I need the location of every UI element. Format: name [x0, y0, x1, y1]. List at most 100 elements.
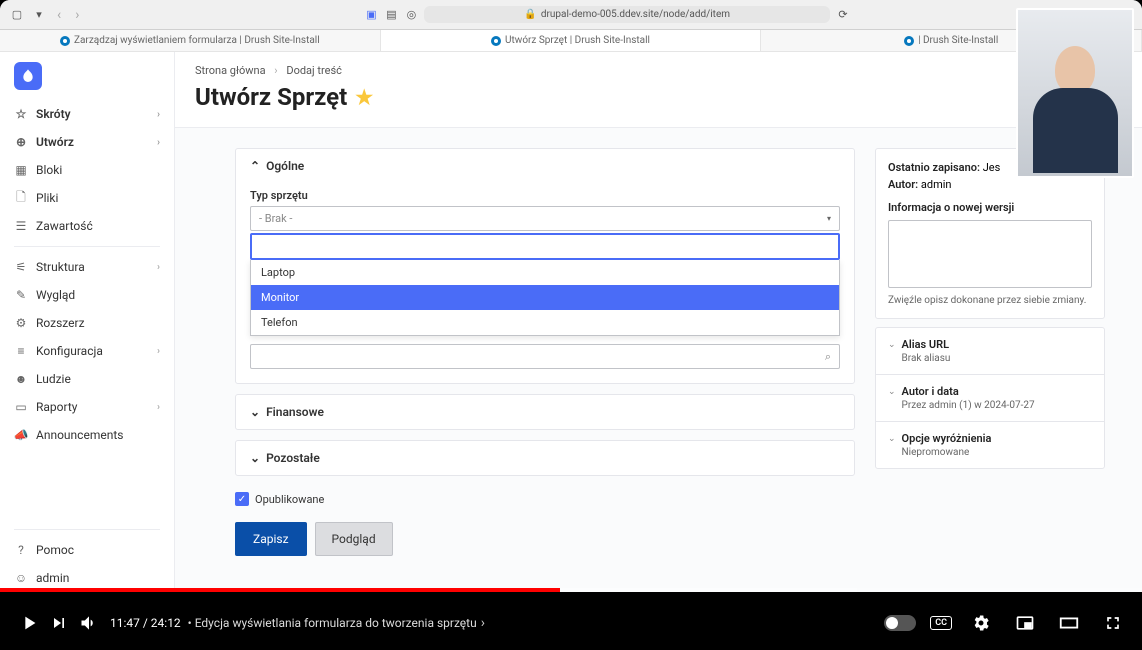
tree-icon: ⚟	[14, 260, 28, 274]
sidebar-item-structure[interactable]: ⚟Struktura›	[0, 253, 174, 281]
chart-icon: ▭	[14, 400, 28, 414]
sidebar-item-label: admin	[36, 571, 69, 585]
accordion-title: Autor i data	[902, 385, 1035, 398]
time-total: 24:12	[151, 616, 181, 630]
translate-icon[interactable]: ◎	[404, 8, 418, 22]
drupal-logo[interactable]	[14, 62, 42, 90]
chevron-down-icon: ⌄	[888, 340, 896, 350]
sidebar-item-label: Wygląd	[36, 288, 75, 302]
sidebar-item-reports[interactable]: ▭Raporty›	[0, 393, 174, 421]
accordion-sub: Brak aliasu	[902, 353, 951, 364]
entity-meta-panel: Ostatnio zapisano: Jes Autor: admin Info…	[875, 148, 1105, 556]
chevron-down-icon: ⌄	[250, 405, 260, 419]
sidebar-item-create[interactable]: ⊕Utwórz›	[0, 128, 174, 156]
sidebar-item-config[interactable]: ≡Konfiguracja›	[0, 337, 174, 365]
sidebar-item-label: Zawartość	[36, 219, 93, 233]
sliders-icon: ≡	[14, 344, 28, 358]
sidebar-item-label: Bloki	[36, 163, 62, 177]
select-option-monitor[interactable]: Monitor	[251, 285, 839, 310]
main-content: Strona główna › Dodaj treść Utwórz Sprzę…	[175, 52, 1142, 592]
back-icon[interactable]: ‹	[57, 7, 61, 23]
file-icon: 🗋	[14, 191, 28, 205]
fieldset-toggle[interactable]: ⌄ Finansowe	[236, 395, 854, 429]
video-progress-track[interactable]	[0, 588, 1142, 592]
settings-button[interactable]	[966, 608, 996, 638]
accordion-author-date[interactable]: ⌄Autor i dataPrzez admin (1) w 2024-07-2…	[876, 375, 1104, 422]
browser-tab[interactable]: Zarządzaj wyświetlaniem formularza | Dru…	[0, 30, 381, 51]
plug-icon: ⚙	[14, 316, 28, 330]
user-icon: ☺	[14, 571, 28, 585]
chevron-right-icon: ›	[157, 262, 160, 273]
brush-icon: ✎	[14, 288, 28, 302]
select-option-telefon[interactable]: Telefon	[251, 310, 839, 335]
admin-sidebar: ☆Skróty› ⊕Utwórz› ▦ Bloki 🗋 Pliki ☰ Zawarto…	[0, 52, 175, 592]
sidebar-item-appearance[interactable]: ✎ Wygląd	[0, 281, 174, 309]
next-button[interactable]	[44, 608, 74, 638]
sidebar-item-shortcuts[interactable]: ☆Skróty›	[0, 100, 174, 128]
tab-label: Utwórz Sprzęt | Drush Site-Install	[505, 35, 650, 46]
sidebar-item-label: Konfiguracja	[36, 344, 103, 358]
captions-button[interactable]: CC	[930, 616, 952, 630]
url-text: drupal-demo-005.ddev.site/node/add/item	[541, 9, 730, 20]
reload-icon[interactable]: ⟳	[836, 8, 850, 22]
blocks-icon: ▦	[14, 163, 28, 177]
breadcrumb-home[interactable]: Strona główna	[195, 64, 266, 77]
sidebar-item-blocks[interactable]: ▦ Bloki	[0, 156, 174, 184]
forward-icon[interactable]: ›	[75, 7, 79, 23]
miniplayer-button[interactable]	[1010, 608, 1040, 638]
sidebar-item-label: Pomoc	[36, 543, 74, 557]
list-icon: ☰	[14, 219, 28, 233]
select-equipment-type[interactable]: - Brak - ▾	[250, 206, 840, 231]
fullscreen-button[interactable]	[1098, 608, 1128, 638]
chevron-right-icon[interactable]: ›	[481, 615, 485, 631]
accordion-url-alias[interactable]: ⌄Alias URLBrak aliasu	[876, 328, 1104, 375]
theater-button[interactable]	[1054, 608, 1084, 638]
fieldset-toggle[interactable]: ⌄Pozostałe	[236, 441, 854, 475]
browser-toolbar: ▢ ▾ ‹ › ▣ ▤ ◎ 🔒 drupal-demo-005.ddev.sit…	[0, 0, 1142, 30]
sidebar-item-announcements[interactable]: 📣 Announcements	[0, 421, 174, 449]
author-value: admin	[921, 178, 952, 191]
select-option-laptop[interactable]: Laptop	[251, 260, 839, 285]
megaphone-icon: 📣	[14, 428, 28, 442]
chevron-down-icon: ⌄	[888, 434, 896, 444]
fieldset-label: Finansowe	[266, 405, 324, 419]
revision-help: Zwięźle opisz dokonane przez siebie zmia…	[888, 295, 1092, 306]
time-current: 11:47	[110, 616, 140, 630]
separator	[14, 246, 160, 247]
autocomplete-input[interactable]: ⌕	[250, 344, 840, 369]
save-button[interactable]: Zapisz	[235, 522, 307, 556]
video-progress-played	[0, 588, 560, 592]
play-button[interactable]	[14, 608, 44, 638]
sidebar-toggle-icon[interactable]: ▢	[10, 8, 24, 22]
last-saved-label: Ostatnio zapisano:	[888, 161, 980, 174]
sidebar-item-label: Utwórz	[36, 135, 74, 149]
address-bar[interactable]: 🔒 drupal-demo-005.ddev.site/node/add/ite…	[424, 6, 830, 23]
select-search-input[interactable]	[250, 233, 840, 260]
reader-icon[interactable]: ▤	[384, 8, 398, 22]
sidebar-item-files[interactable]: 🗋 Pliki	[0, 184, 174, 212]
sidebar-item-people[interactable]: ☻Ludzie	[0, 365, 174, 393]
sidebar-item-help[interactable]: ? Pomoc	[0, 536, 174, 564]
tab-label: Zarządzaj wyświetlaniem formularza | Dru…	[74, 35, 320, 46]
checkbox-published[interactable]: ✓	[235, 492, 249, 506]
revision-textarea[interactable]	[888, 220, 1092, 288]
shield-icon[interactable]: ▣	[364, 8, 378, 22]
chapter-title[interactable]: Edycja wyświetlania formularza do tworze…	[195, 616, 477, 630]
autoplay-toggle[interactable]	[884, 615, 916, 631]
star-icon[interactable]: ★	[355, 85, 373, 109]
volume-button[interactable]	[74, 608, 104, 638]
sidebar-item-label: Pliki	[36, 191, 58, 205]
accordion-promote[interactable]: ⌄Opcje wyróżnieniaNiepromowane	[876, 422, 1104, 468]
help-icon: ?	[14, 543, 28, 557]
browser-tab[interactable]: Utwórz Sprzęt | Drush Site-Install	[381, 30, 762, 51]
dropdown-icon[interactable]: ▾	[32, 8, 46, 22]
fieldset-other: ⌄Pozostałe	[235, 440, 855, 476]
fieldset-toggle[interactable]: ⌃Ogólne	[236, 149, 854, 183]
sidebar-item-extend[interactable]: ⚙ Rozszerz	[0, 309, 174, 337]
preview-button[interactable]: Podgląd	[315, 522, 393, 556]
sidebar-item-label: Announcements	[36, 428, 123, 442]
chevron-right-icon: ›	[274, 64, 277, 77]
sidebar-item-label: Rozszerz	[36, 316, 85, 330]
breadcrumb-add[interactable]: Dodaj treść	[286, 64, 342, 77]
sidebar-item-content[interactable]: ☰ Zawartość	[0, 212, 174, 240]
